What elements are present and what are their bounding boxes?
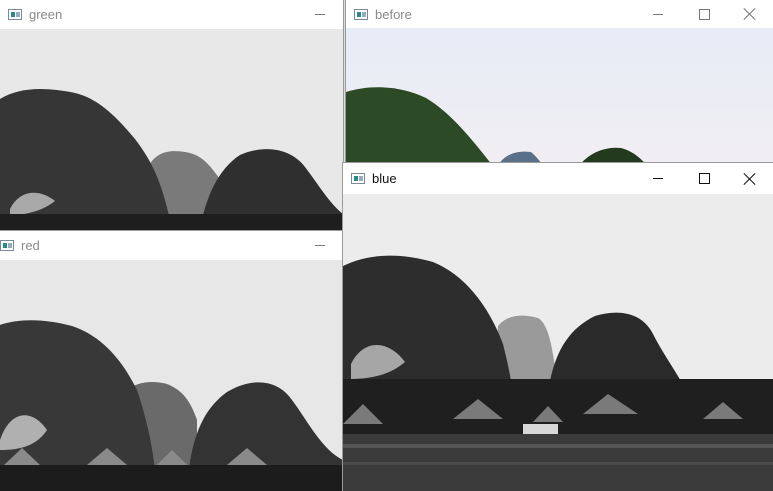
window-title-green: green <box>29 7 63 22</box>
opencv-window-icon <box>8 9 22 20</box>
window-red[interactable]: red <box>0 231 343 491</box>
titlebar-green[interactable]: green <box>0 0 343 29</box>
titlebar-red[interactable]: red <box>0 231 343 260</box>
window-controls-before <box>635 0 773 28</box>
titlebar-blue[interactable]: blue <box>343 163 773 194</box>
minimize-button-red[interactable] <box>297 231 343 260</box>
window-blue[interactable]: blue <box>343 163 773 491</box>
opencv-window-icon <box>351 173 365 184</box>
minimize-button-blue[interactable] <box>635 163 681 194</box>
window-controls-blue <box>635 163 773 194</box>
maximize-button-blue[interactable] <box>681 163 727 194</box>
window-title-blue: blue <box>372 171 397 186</box>
minimize-icon <box>653 178 663 179</box>
image-green <box>0 29 343 230</box>
minimize-button-before[interactable] <box>635 0 681 28</box>
image-red <box>0 260 343 491</box>
close-button-before[interactable] <box>727 0 773 28</box>
opencv-window-icon <box>354 8 368 20</box>
close-icon <box>744 173 756 185</box>
image-blue <box>343 194 773 491</box>
window-title-red: red <box>21 238 40 253</box>
close-icon <box>744 8 756 20</box>
window-controls-red <box>297 231 343 260</box>
minimize-button-green[interactable] <box>297 0 343 29</box>
minimize-icon <box>315 14 325 15</box>
maximize-icon <box>698 8 710 20</box>
maximize-button-before[interactable] <box>681 0 727 28</box>
maximize-icon <box>698 173 710 184</box>
window-before[interactable]: before <box>346 0 773 170</box>
minimize-icon <box>315 245 325 246</box>
image-before <box>346 28 773 170</box>
minimize-icon <box>653 13 663 15</box>
close-button-blue[interactable] <box>727 163 773 194</box>
window-green[interactable]: green <box>0 0 343 230</box>
titlebar-before[interactable]: before <box>346 0 773 28</box>
window-title-before: before <box>375 6 412 22</box>
opencv-window-icon <box>0 240 14 251</box>
window-controls-green <box>297 0 343 29</box>
